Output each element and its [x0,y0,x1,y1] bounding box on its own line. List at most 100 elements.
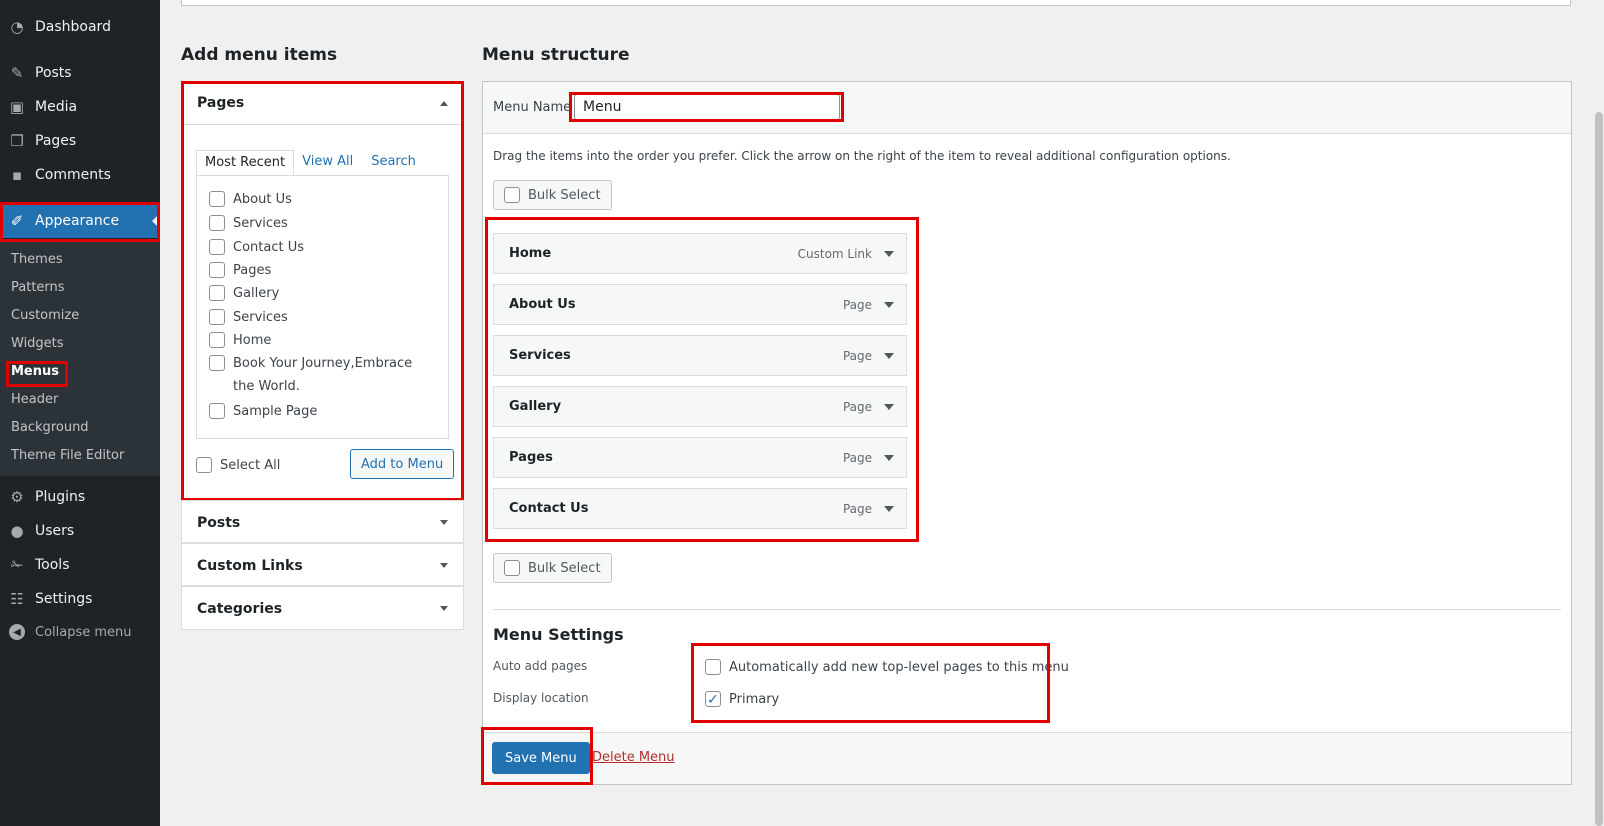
categories-accordion[interactable]: Categories [181,586,464,630]
expand-arrow-icon[interactable] [884,352,894,359]
active-arrow-icon [152,213,160,229]
page-checkbox-item[interactable]: About Us [209,188,292,211]
collapse-menu-label: Collapse menu [35,624,132,640]
page-checkbox-item[interactable]: Services [209,212,288,235]
submenu-item-background[interactable]: Background [11,418,89,438]
menu-item-title: About Us [509,297,576,312]
dashboard-icon: ◔ [10,18,24,36]
page-checkbox-item[interactable]: Pages [209,259,271,282]
posts-accordion[interactable]: Posts [181,500,464,543]
tab-view-all[interactable]: View All [294,150,361,176]
menu-item-services[interactable]: Services Page [493,335,907,376]
page-label: About Us [233,192,292,207]
auto-add-option[interactable]: Automatically add new top-level pages to… [705,656,1069,679]
menu-item-title: Gallery [509,399,562,414]
select-all-label: Select All [220,458,281,473]
settings-icon: ☷ [10,590,24,608]
sidebar-item-dashboard[interactable]: ◔ Dashboard [0,10,160,44]
sidebar-item-label: Dashboard [35,19,111,35]
menu-name-input[interactable]: Menu [574,94,840,120]
page-checkbox-item[interactable]: Home [209,329,271,352]
sidebar-item-tools[interactable]: ✁ Tools [0,548,160,582]
menu-name-label: Menu Name [493,100,572,115]
auto-add-checkbox[interactable] [705,659,721,675]
menu-item-contact-us[interactable]: Contact Us Page [493,488,907,529]
tab-search[interactable]: Search [363,150,424,176]
sidebar-item-comments[interactable]: ▪ Comments [0,158,160,192]
checkbox[interactable] [209,239,225,255]
sidebar-item-media[interactable]: ▣ Media [0,90,160,124]
user-icon: ● [10,522,24,540]
checkbox[interactable] [209,191,225,207]
wrench-icon: ✁ [10,556,24,574]
checkbox[interactable] [209,262,225,278]
select-all-checkbox[interactable] [196,457,212,473]
save-menu-button[interactable]: Save Menu [492,742,590,774]
checkbox[interactable] [209,285,225,301]
menu-item-gallery[interactable]: Gallery Page [493,386,907,427]
custom-links-accordion[interactable]: Custom Links [181,543,464,586]
menu-structure-heading: Menu structure [482,45,630,65]
submenu-item-customize[interactable]: Customize [11,306,79,326]
submenu-item-widgets[interactable]: Widgets [11,334,64,354]
bulk-select-checkbox[interactable] [504,560,520,576]
page-checkbox-item[interactable]: Book Your Journey,Embrace the World. [209,352,429,398]
menu-item-home[interactable]: Home Custom Link [493,233,907,274]
scrollbar-thumb[interactable] [1595,112,1603,826]
scrollbar-track[interactable] [1594,0,1604,826]
expand-arrow-icon[interactable] [884,301,894,308]
expand-arrow-icon [440,563,448,568]
submenu-item-header[interactable]: Header [11,390,58,410]
page-checkbox-item[interactable]: Services [209,306,288,329]
top-panel [181,0,1571,6]
collapse-menu-button[interactable]: ◀ Collapse menu [0,620,132,644]
media-icon: ▣ [9,98,25,116]
submenu-item-menus[interactable]: Menus [11,362,59,382]
sidebar-item-label: Posts [35,65,72,81]
expand-arrow-icon[interactable] [884,403,894,410]
bulk-select-checkbox[interactable] [504,187,520,203]
expand-arrow-icon[interactable] [884,250,894,257]
sidebar-item-posts[interactable]: ✎ Posts [0,56,160,90]
sidebar-item-users[interactable]: ● Users [0,514,160,548]
sidebar-item-pages[interactable]: ❐ Pages [0,124,160,158]
expand-arrow-icon[interactable] [884,505,894,512]
page-checkbox-item[interactable]: Sample Page [209,400,317,423]
submenu-item-theme-file-editor[interactable]: Theme File Editor [11,446,124,466]
page-label: Home [233,333,272,348]
sidebar-item-appearance[interactable]: ✐ Appearance [0,204,160,238]
location-primary-option[interactable]: Primary [705,688,779,712]
menu-item-type: Custom Link [797,246,872,261]
page-label: Services [233,216,288,231]
submenu-item-patterns[interactable]: Patterns [11,278,65,298]
checkbox[interactable] [209,403,225,419]
menu-settings-heading: Menu Settings [493,625,624,644]
bulk-select-top[interactable]: Bulk Select [493,180,612,210]
menu-item-title: Home [509,246,552,261]
tab-most-recent[interactable]: Most Recent [196,150,295,176]
page-label: Gallery [233,286,280,301]
most-recent-panel: About Us Services Contact Us Pages Galle… [196,175,449,439]
expand-arrow-icon[interactable] [884,454,894,461]
menu-item-pages[interactable]: Pages Page [493,437,907,478]
bulk-select-bottom[interactable]: Bulk Select [493,553,612,583]
add-to-menu-button[interactable]: Add to Menu [350,449,455,479]
checkbox[interactable] [209,215,225,231]
sidebar-item-label: Media [35,99,78,115]
page-checkbox-item[interactable]: Gallery [209,282,279,305]
checkbox[interactable] [209,355,225,371]
pages-accordion-header[interactable]: Pages [182,82,463,125]
posts-accordion-title: Posts [197,514,241,531]
menu-item-type: Page [842,450,872,465]
menu-item-about-us[interactable]: About Us Page [493,284,907,325]
sidebar-item-plugins[interactable]: ⚙ Plugins [0,480,160,514]
sidebar-item-settings[interactable]: ☷ Settings [0,582,160,616]
checkbox[interactable] [209,332,225,348]
delete-menu-link[interactable]: Delete Menu [592,750,675,765]
select-all[interactable]: Select All [196,454,280,477]
primary-checkbox[interactable] [705,689,721,712]
submenu-item-themes[interactable]: Themes [11,250,63,270]
page-label: Sample Page [233,404,318,419]
page-checkbox-item[interactable]: Contact Us [209,236,304,259]
checkbox[interactable] [209,309,225,325]
